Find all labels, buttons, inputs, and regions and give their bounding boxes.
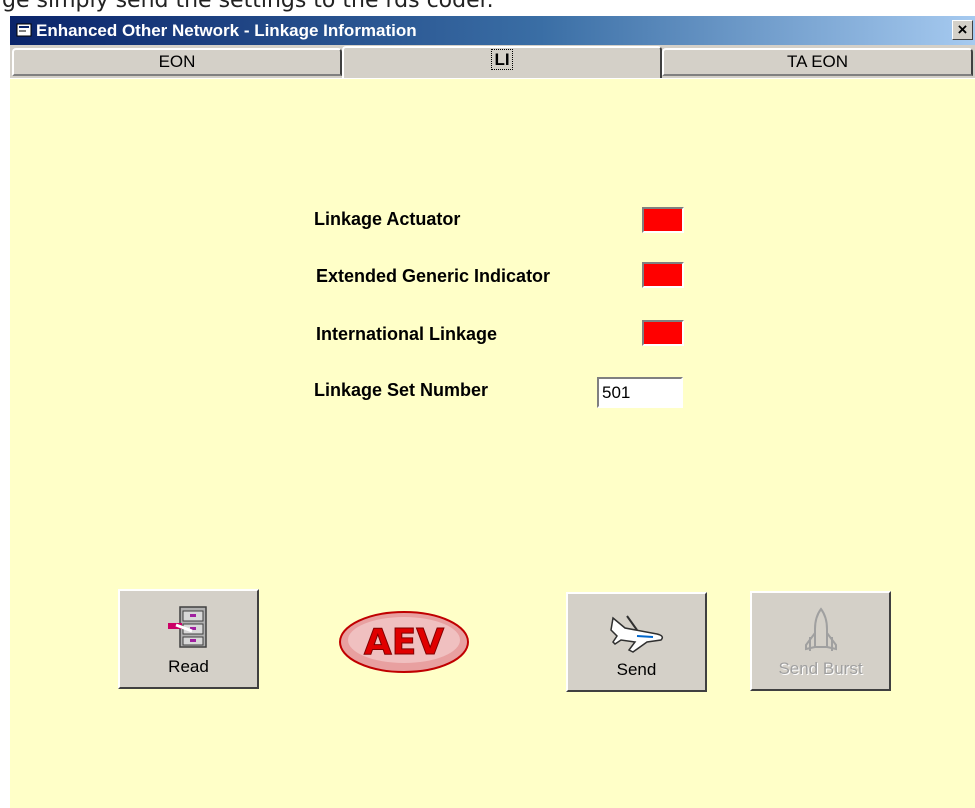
linkage-set-number-label: Linkage Set Number [314,380,489,400]
linkage-information-window: Enhanced Other Network - Linkage Informa… [8,16,975,808]
li-tab-panel: Linkage Actuator Extended Generic Indica… [10,78,975,808]
close-button[interactable]: × [952,20,973,40]
window-title: Enhanced Other Network - Linkage Informa… [36,21,417,40]
title-bar: Enhanced Other Network - Linkage Informa… [10,16,975,45]
aev-logo: AEV [339,611,469,673]
tab-li-label: LI [491,49,513,70]
send-burst-button-label: Send Burst [778,659,863,678]
tab-eon-label: EON [158,52,196,71]
linkage-set-number-input[interactable] [597,377,683,408]
send-button[interactable]: Send [566,592,707,692]
aev-logo-text: AEV [364,622,444,663]
read-button-label: Read [168,657,209,676]
linkage-actuator-label: Linkage Actuator [314,209,461,229]
tab-li[interactable]: LI [342,46,662,78]
international-linkage-label: International Linkage [316,324,498,344]
tab-ta-eon-label: TA EON [786,52,849,71]
extended-generic-indicator-label: Extended Generic Indicator [316,266,551,286]
linkage-actuator-toggle[interactable] [642,207,684,233]
send-burst-button[interactable]: Send Burst [750,591,891,691]
airplane-icon [609,615,663,653]
tab-strip: EON LI TA EON [10,45,975,78]
app-icon [16,23,32,37]
tab-ta-eon[interactable]: TA EON [662,48,973,76]
extended-generic-indicator-toggle[interactable] [642,262,684,288]
file-cabinet-icon [167,606,207,648]
international-linkage-toggle[interactable] [642,320,684,346]
read-button[interactable]: Read [118,589,259,689]
send-button-label: Send [616,660,657,679]
space-shuttle-icon [804,607,837,651]
tab-eon[interactable]: EON [12,48,342,76]
page-caption: ge simply send the settings to the rds c… [2,0,494,13]
